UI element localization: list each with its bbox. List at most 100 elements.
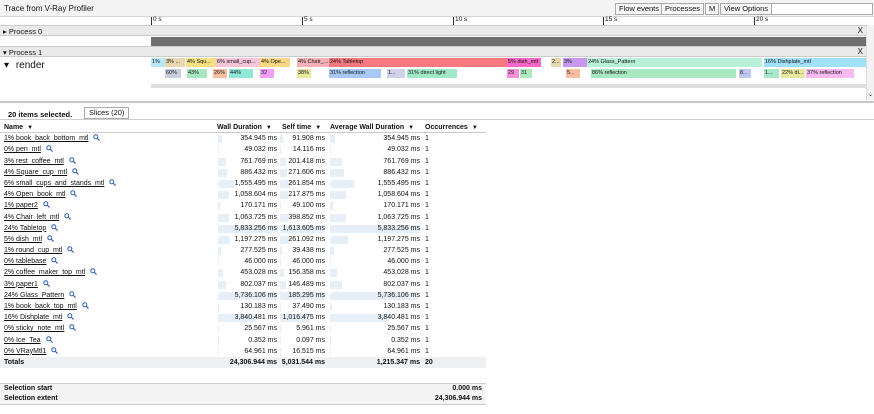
- flow-events-button[interactable]: Flow events: [615, 3, 664, 15]
- slice-name-cell[interactable]: 1% book_back_bottom_mtl: [4, 133, 101, 144]
- view-options-button[interactable]: View Options: [720, 3, 773, 15]
- slice-name-cell[interactable]: 0% Ice_Tea: [4, 335, 53, 346]
- search-input[interactable]: [771, 3, 873, 15]
- close-process-1-icon[interactable]: X: [858, 47, 863, 56]
- slice-name-cell[interactable]: 3% rest_coffee_mtl: [4, 156, 76, 167]
- column-header-self[interactable]: Self time ▼: [282, 122, 321, 133]
- slice-name-cell[interactable]: 0% sticky_note_mtl: [4, 323, 77, 334]
- column-header-occurrences[interactable]: Occurrences ▼: [425, 122, 478, 133]
- magnifier-icon[interactable]: [82, 302, 89, 309]
- m-button[interactable]: M: [705, 3, 720, 15]
- magnifier-icon[interactable]: [51, 223, 59, 231]
- table-row[interactable]: 3% rest_coffee_mtl 761.769 ms 201.418 ms 76…: [0, 156, 486, 167]
- trace-slice[interactable]: 31% reflection: [329, 69, 381, 78]
- trace-slice[interactable]: 3%: [563, 58, 587, 67]
- table-row[interactable]: 0% Ice_Tea 0.352 ms 0.097 ms 0.352 ms 1: [0, 335, 486, 346]
- slice-name-link[interactable]: 0% VRayMtl1: [4, 348, 46, 355]
- process-0-header[interactable]: ▸ Process 0 X: [0, 25, 866, 36]
- table-row[interactable]: 1% round_cup_mtl 277.525 ms 39.438 ms 277.5…: [0, 245, 486, 256]
- column-header-wall[interactable]: Wall Duration ▼: [217, 122, 272, 133]
- trace-slice[interactable]: 26%: [213, 69, 227, 78]
- table-row[interactable]: 0% tablebase 46.000 ms 46.000 ms 46.000 ms 1: [0, 256, 486, 267]
- trace-slice[interactable]: 6% small_cup...: [216, 58, 260, 67]
- magnifier-icon[interactable]: [69, 291, 77, 298]
- magnifier-icon[interactable]: [90, 268, 98, 276]
- processes-button[interactable]: Processes: [661, 3, 705, 15]
- magnifier-icon[interactable]: [64, 212, 72, 220]
- table-row[interactable]: 5% dish_mtl 1,197.275 ms 261.092 ms 1,197.2…: [0, 234, 486, 245]
- trace-slice[interactable]: 1%: [151, 58, 165, 67]
- slice-name-cell[interactable]: 24% Glass_Pattern: [4, 290, 77, 301]
- slice-name-link[interactable]: 0% pen_mtl: [4, 146, 41, 153]
- slice-name-link[interactable]: 1% book_back_top_mtl: [4, 303, 77, 310]
- slice-name-link[interactable]: 1% round_cup_mtl: [4, 247, 62, 254]
- table-row[interactable]: 4% Open_book_mtl 1,058.604 ms 217.875 ms 1,…: [0, 189, 486, 200]
- trace-slice[interactable]: 24% Tabletop: [329, 58, 507, 67]
- slice-name-link[interactable]: 24% Glass_Pattern: [4, 292, 64, 299]
- slice-name-cell[interactable]: 16% Dishplate_mtl: [4, 312, 75, 323]
- magnifier-icon[interactable]: [51, 257, 59, 265]
- chevron-down-icon[interactable]: ⌄: [868, 91, 873, 98]
- slice-name-link[interactable]: 4% Square_cup_mtl: [4, 169, 67, 176]
- slice-name-link[interactable]: 6% small_cups_and_stands_mtl: [4, 180, 104, 187]
- table-row[interactable]: 16% Dishplate_mtl 3,840.481 ms 1,016.475 m…: [0, 312, 486, 323]
- timeline-scrollbar[interactable]: ⌄: [866, 25, 874, 100]
- magnifier-icon[interactable]: [109, 179, 117, 186]
- magnifier-icon[interactable]: [46, 145, 53, 153]
- table-row[interactable]: 1% book_back_bottom_mtl 354.945 ms 91.908 …: [0, 133, 486, 144]
- magnifier-icon[interactable]: [45, 335, 53, 343]
- table-row[interactable]: 1% paper2 170.171 ms 49.100 ms 170.171 ms 1: [0, 200, 486, 211]
- render-track[interactable]: 1% 3% ... 4% Squ... 6% small_cup... 4% Ope..…: [151, 58, 866, 80]
- trace-slice[interactable]: 22% di...: [781, 69, 805, 78]
- trace-slice[interactable]: 16% Dishplate_mtl: [764, 58, 866, 67]
- slice-name-link[interactable]: 4% Open_book_mtl: [4, 191, 65, 198]
- trace-slice[interactable]: 37% reflection: [806, 69, 854, 78]
- slice-name-cell[interactable]: 5% dish_mtl: [4, 234, 55, 245]
- slice-name-link[interactable]: 3% paper1: [4, 281, 38, 288]
- slice-name-link[interactable]: 2% coffee_maker_top_mtl: [4, 269, 85, 276]
- magnifier-icon[interactable]: [43, 201, 50, 209]
- magnifier-icon[interactable]: [47, 235, 55, 242]
- magnifier-icon[interactable]: [51, 347, 59, 354]
- trace-slice[interactable]: 31% direct light: [407, 69, 457, 78]
- slice-name-cell[interactable]: 1% paper2: [4, 200, 50, 211]
- close-process-0-icon[interactable]: X: [858, 26, 863, 35]
- trace-slice[interactable]: 1...: [764, 69, 779, 78]
- trace-slice[interactable]: 4% Chair_...: [297, 58, 329, 67]
- thread-label[interactable]: ▾ render: [4, 60, 45, 71]
- slice-name-cell[interactable]: 0% tablebase: [4, 256, 59, 267]
- slice-name-link[interactable]: 0% sticky_note_mtl: [4, 325, 64, 332]
- slice-name-link[interactable]: 1% paper2: [4, 202, 38, 209]
- panel-divider[interactable]: [0, 101, 874, 103]
- table-row[interactable]: 0% pen_mtl 49.032 ms 14.116 ms 49.032 ms 1: [0, 144, 486, 155]
- trace-slice[interactable]: 43%: [187, 69, 207, 78]
- slice-name-cell[interactable]: 2% coffee_maker_top_mtl: [4, 267, 98, 278]
- trace-slice[interactable]: 24% Glass_Pattern: [587, 58, 762, 67]
- trace-slice[interactable]: 44%: [229, 69, 253, 78]
- trace-slice[interactable]: 5...: [566, 69, 580, 78]
- table-row[interactable]: 6% small_cups_and_stands_mtl 1,555.495 ms…: [0, 178, 486, 189]
- trace-slice[interactable]: 3% ...: [165, 58, 185, 67]
- table-row[interactable]: 1% book_back_top_mtl 130.183 ms 37.490 ms 1…: [0, 301, 486, 312]
- slice-name-cell[interactable]: 6% small_cups_and_stands_mtl: [4, 178, 117, 189]
- slice-name-link[interactable]: 16% Dishplate_mtl: [4, 314, 62, 321]
- slice-name-link[interactable]: 4% Chair_left_mtl: [4, 214, 59, 221]
- column-header-avg[interactable]: Average Wall Duration ▼: [330, 122, 414, 133]
- magnifier-icon[interactable]: [43, 279, 50, 287]
- table-row[interactable]: 0% sticky_note_mtl 25.567 ms 5.961 ms 25.56…: [0, 323, 486, 334]
- magnifier-icon[interactable]: [93, 134, 101, 142]
- slice-name-link[interactable]: 0% tablebase: [4, 258, 46, 265]
- slice-name-link[interactable]: 24% Tabletop: [4, 225, 46, 232]
- magnifier-icon[interactable]: [67, 246, 75, 254]
- table-row[interactable]: 4% Square_cup_mtl 886.432 ms 271.606 ms 886…: [0, 167, 486, 178]
- trace-slice[interactable]: 4% Squ...: [186, 58, 216, 67]
- slice-name-cell[interactable]: 4% Square_cup_mtl: [4, 167, 80, 178]
- magnifier-icon[interactable]: [67, 313, 75, 321]
- slice-name-cell[interactable]: 0% pen_mtl: [4, 144, 53, 155]
- trace-slice[interactable]: 29: [507, 69, 519, 78]
- table-row[interactable]: 24% Glass_Pattern 5,736.106 ms 185.295 ms 5…: [0, 290, 486, 301]
- table-row[interactable]: 24% Tabletop 5,833.256 ms 1,613.605 ms 5,83…: [0, 223, 486, 234]
- trace-slice[interactable]: 60%: [165, 69, 181, 78]
- trace-slice[interactable]: 86% reflection: [591, 69, 736, 78]
- trace-slice[interactable]: 8...: [739, 69, 751, 78]
